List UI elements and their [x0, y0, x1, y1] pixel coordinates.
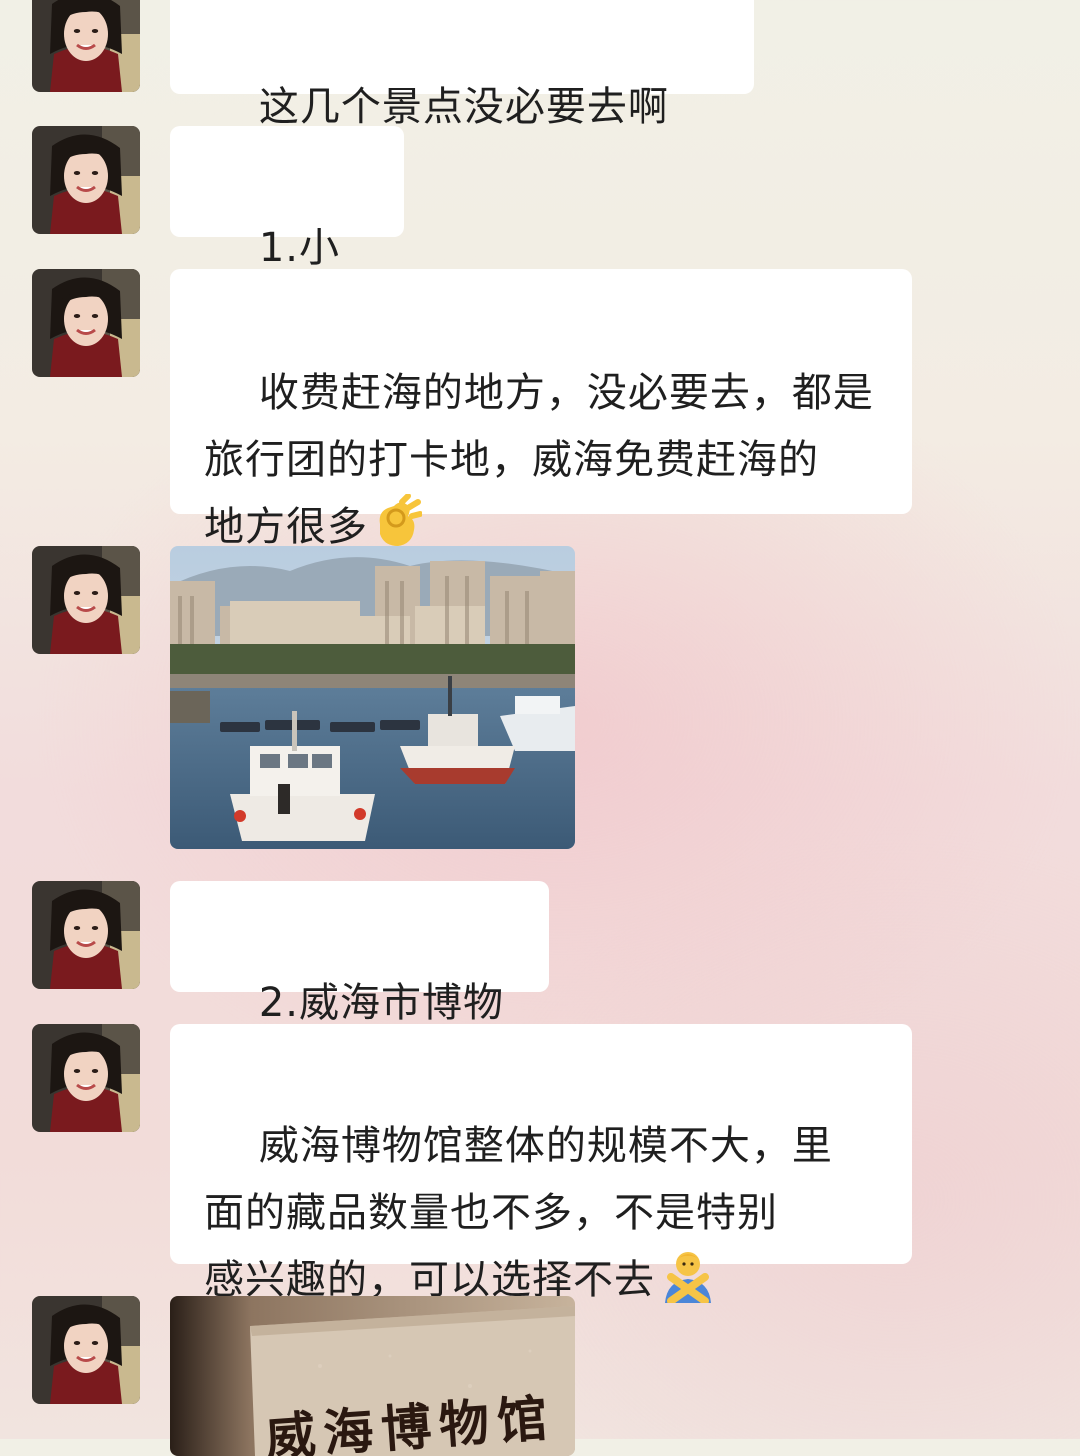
- message-bubble[interactable]: 2.威海市博物馆: [170, 881, 549, 1093]
- museum-sign-photo[interactable]: 威海博物馆: [170, 1296, 575, 1456]
- contact-avatar[interactable]: [32, 269, 140, 377]
- contact-avatar[interactable]: [32, 546, 140, 654]
- message-bubble[interactable]: 这几个景点没必要去啊: [170, 0, 754, 195]
- contact-avatar[interactable]: [32, 1296, 140, 1404]
- message-text: 这几个景点没必要去啊: [258, 84, 669, 130]
- message-text: 收费赶海的地方，没必要去，都是 旅行团的打卡地，威海免费赶海的 地方很多: [204, 370, 874, 550]
- contact-avatar[interactable]: [32, 881, 140, 989]
- message-bubble[interactable]: 收费赶海的地方，没必要去，都是 旅行团的打卡地，威海免费赶海的 地方很多: [170, 269, 912, 550]
- message-text: 威海博物馆整体的规模不大，里 面的藏品数量也不多，不是特别 感兴趣的，可以选择不…: [204, 1123, 833, 1303]
- person-gesturing-no-icon: [659, 1247, 717, 1324]
- contact-avatar[interactable]: [32, 126, 140, 234]
- contact-avatar[interactable]: [32, 1024, 140, 1132]
- harbor-photo[interactable]: [170, 546, 575, 849]
- contact-avatar[interactable]: [32, 0, 140, 92]
- chat-window: 这几个景点没必要去啊 1.小石岛 收费赶海的地方，没必要去，都是 旅行团的打卡地…: [0, 0, 1080, 1456]
- message-bubble[interactable]: 1.小石岛: [170, 126, 404, 338]
- message-bubble[interactable]: 威海博物馆整体的规模不大，里 面的藏品数量也不多，不是特别 感兴趣的，可以选择不…: [170, 1024, 912, 1305]
